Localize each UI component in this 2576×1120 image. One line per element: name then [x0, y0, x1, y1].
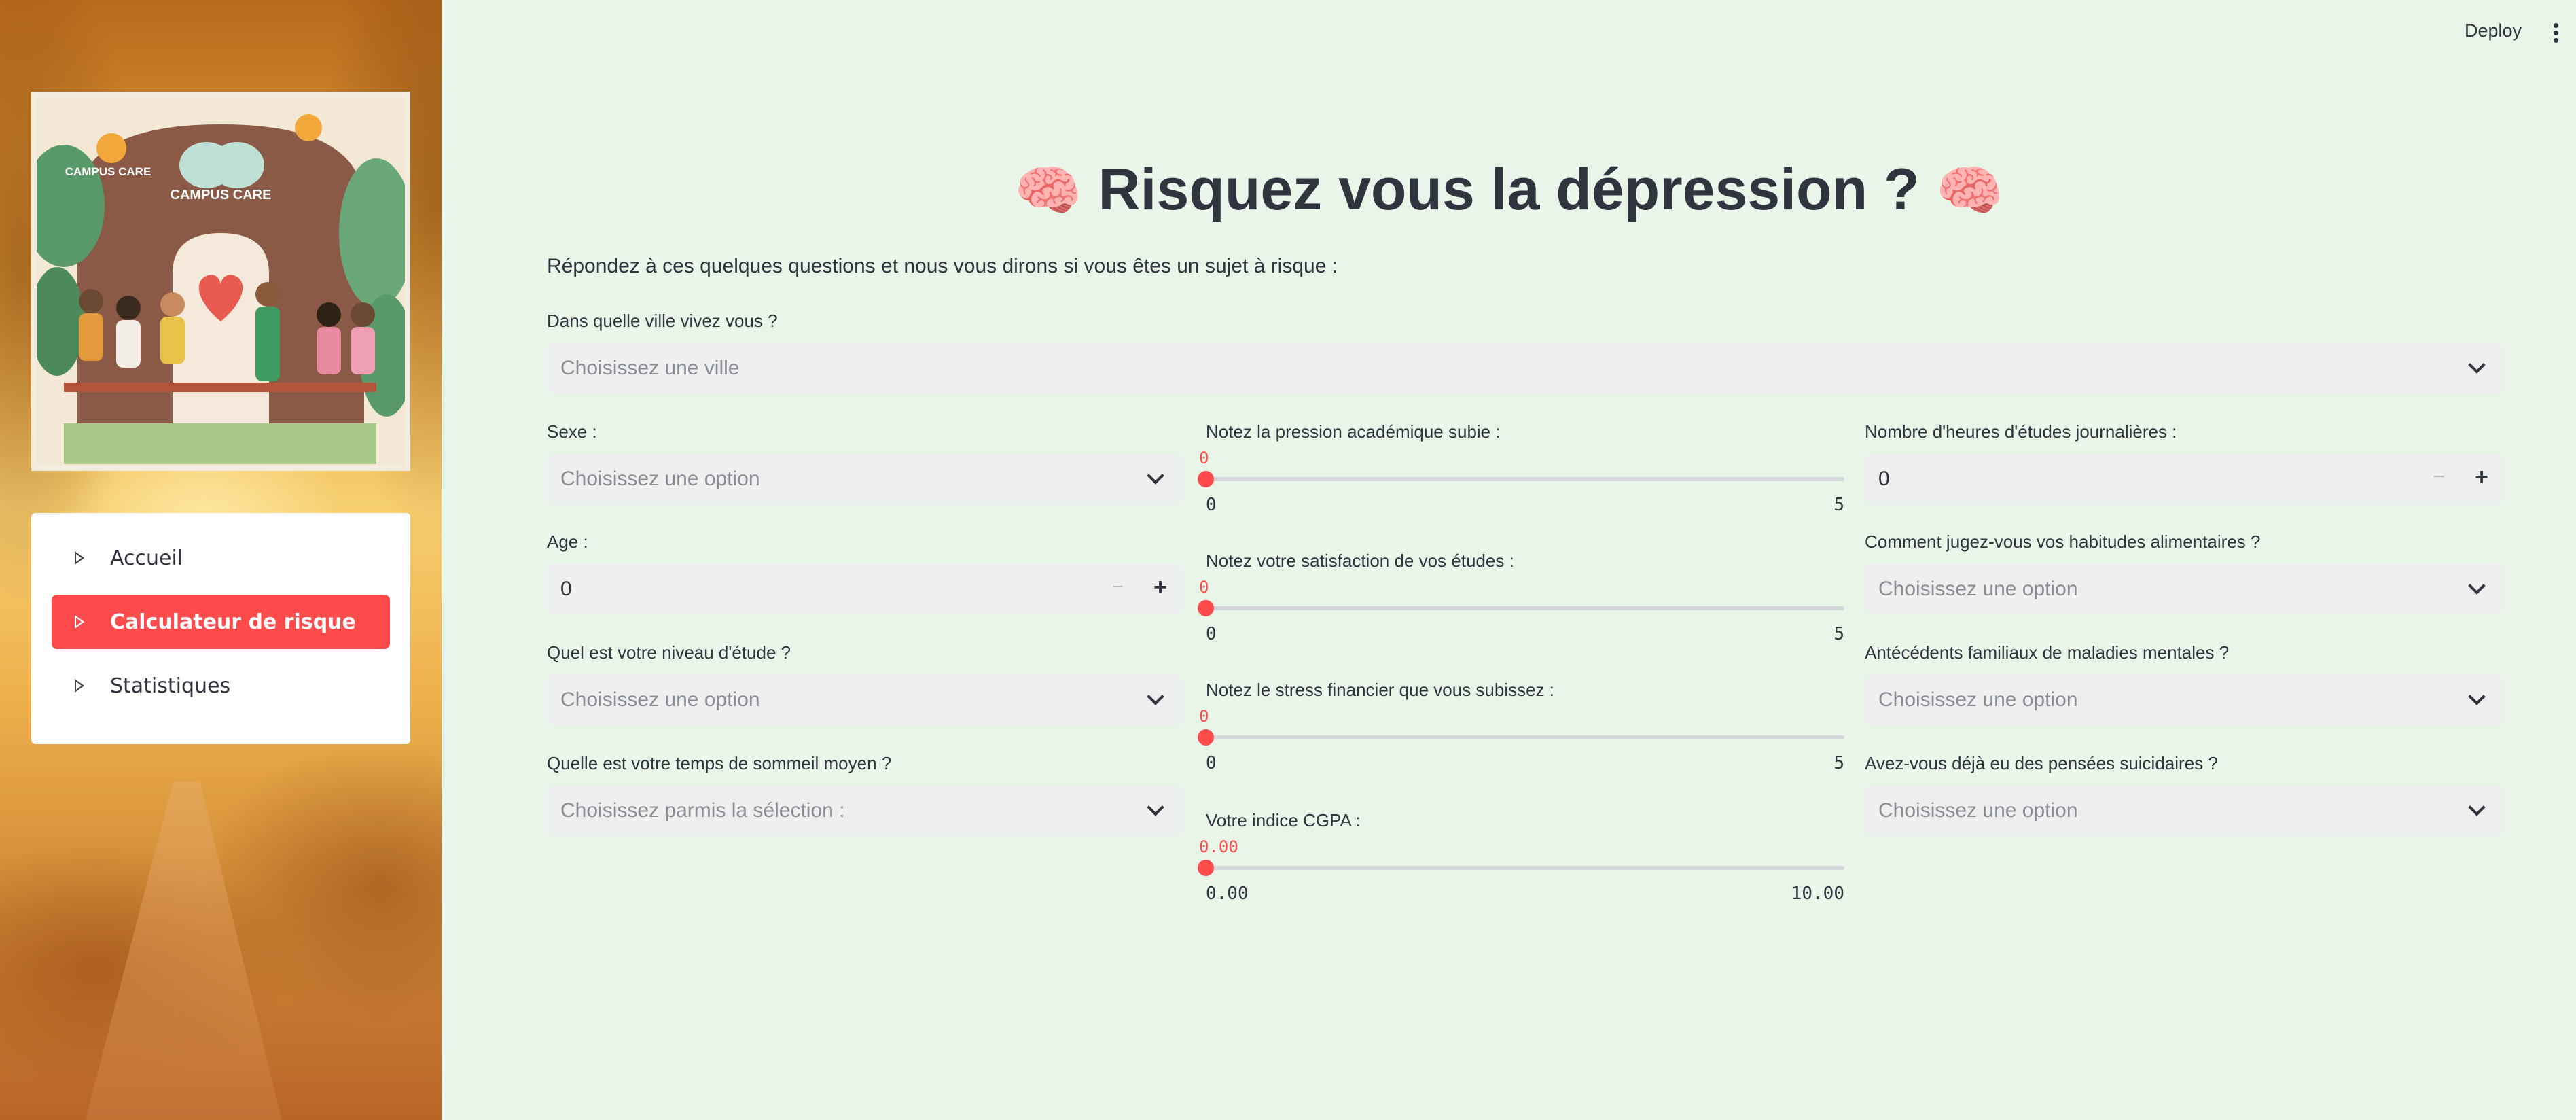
ville-select[interactable]: Choisissez une ville: [547, 343, 2503, 394]
slider-value: 0: [1199, 707, 1209, 726]
suicide-label: Avez-vous déjà eu des pensées suicidaire…: [1865, 753, 2218, 773]
alimentation-select[interactable]: Choisissez une option: [1865, 563, 2503, 615]
niveau-select[interactable]: Choisissez une option: [547, 674, 1182, 726]
ville-label: Dans quelle ville vivez vous ?: [547, 311, 778, 331]
sidebar: CAMPUS CARE CAMPUS CARE Accueil Calculat…: [0, 0, 442, 1120]
slider-max: 5: [1833, 495, 1844, 515]
heures-value: 0: [1878, 468, 1890, 490]
nav-label: Accueil: [110, 546, 183, 570]
slider-thumb[interactable]: [1198, 600, 1214, 616]
alimentation-placeholder: Choisissez une option: [1878, 578, 2078, 600]
sidebar-background-path: [82, 782, 285, 1120]
slider-track[interactable]: [1206, 606, 1844, 610]
sommeil-label: Quelle est votre temps de sommeil moyen …: [547, 753, 892, 773]
heures-label: Nombre d'heures d'études journalières :: [1865, 421, 2177, 442]
age-input[interactable]: 0 − +: [547, 563, 1182, 615]
suicide-placeholder: Choisissez une option: [1878, 799, 2078, 822]
chevron-down-icon: [1147, 688, 1164, 705]
brain-icon: 🧠: [1014, 160, 1082, 221]
slider-min: 0: [1206, 753, 1217, 773]
nav-label: Statistiques: [110, 673, 231, 698]
slider-min: 0: [1206, 495, 1217, 515]
play-triangle-icon: [75, 551, 84, 565]
antecedents-select[interactable]: Choisissez une option: [1865, 674, 2503, 726]
heures-decrement-button[interactable]: −: [2433, 466, 2445, 489]
slider-track[interactable]: [1206, 735, 1844, 739]
slider-thumb[interactable]: [1198, 860, 1214, 876]
slider-min: 0.00: [1206, 883, 1249, 904]
slider-max: 10.00: [1791, 883, 1844, 904]
play-triangle-icon: [75, 679, 84, 693]
sommeil-select[interactable]: Choisissez parmis la sélection :: [547, 785, 1182, 837]
alimentation-label: Comment jugez-vous vos habitudes aliment…: [1865, 531, 2261, 552]
play-triangle-icon: [75, 615, 84, 629]
pression-label: Notez la pression académique subie :: [1206, 421, 1501, 442]
sidebar-nav: Accueil Calculateur de risque Statistiqu…: [31, 513, 410, 744]
slider-value: 0.00: [1199, 837, 1238, 856]
kebab-menu-icon[interactable]: [2552, 23, 2559, 43]
niveau-placeholder: Choisissez une option: [560, 688, 760, 711]
antecedents-label: Antécédents familiaux de maladies mental…: [1865, 642, 2230, 663]
slider-value: 0: [1199, 578, 1209, 597]
nav-item-calculateur[interactable]: Calculateur de risque: [52, 595, 390, 649]
suicide-select[interactable]: Choisissez une option: [1865, 785, 2503, 837]
chevron-down-icon: [2468, 356, 2486, 374]
stress-slider[interactable]: 0 0 5: [1198, 707, 1844, 773]
slider-max: 5: [1833, 624, 1844, 644]
deploy-button[interactable]: Deploy: [2465, 20, 2522, 41]
satisfaction-label: Notez votre satisfaction de vos études :: [1206, 550, 1514, 571]
slider-thumb[interactable]: [1198, 729, 1214, 746]
slider-thumb[interactable]: [1198, 471, 1214, 487]
age-decrement-button[interactable]: −: [1111, 576, 1124, 599]
campus-care-logo: CAMPUS CARE CAMPUS CARE: [31, 92, 410, 471]
antecedents-placeholder: Choisissez une option: [1878, 688, 2078, 711]
sommeil-placeholder: Choisissez parmis la sélection :: [560, 799, 845, 822]
heures-input[interactable]: 0 − +: [1865, 453, 2503, 505]
campus-care-illustration: CAMPUS CARE CAMPUS CARE: [37, 97, 405, 466]
page-title-text: Risquez vous la dépression ?: [1098, 157, 1920, 222]
logo-text-small: CAMPUS CARE: [65, 165, 151, 178]
chevron-down-icon: [2468, 799, 2486, 816]
nav-label: Calculateur de risque: [110, 610, 356, 634]
niveau-label: Quel est votre niveau d'étude ?: [547, 642, 791, 663]
slider-value: 0: [1199, 449, 1209, 468]
slider-min: 0: [1206, 624, 1217, 644]
satisfaction-slider[interactable]: 0 0 5: [1198, 578, 1844, 644]
stress-label: Notez le stress financier que vous subis…: [1206, 680, 1555, 700]
sexe-select[interactable]: Choisissez une option: [547, 453, 1182, 505]
heures-increment-button[interactable]: +: [2475, 464, 2488, 491]
sexe-placeholder: Choisissez une option: [560, 468, 760, 490]
chevron-down-icon: [1147, 467, 1164, 485]
intro-text: Répondez à ces quelques questions et nou…: [547, 255, 1338, 277]
cgpa-slider[interactable]: 0.00 0.00 10.00: [1198, 837, 1844, 904]
age-value: 0: [560, 578, 572, 600]
age-increment-button[interactable]: +: [1153, 574, 1167, 601]
sexe-label: Sexe :: [547, 421, 597, 442]
slider-track[interactable]: [1206, 477, 1844, 481]
logo-text-main: CAMPUS CARE: [171, 188, 272, 203]
ville-placeholder: Choisissez une ville: [560, 357, 740, 379]
brain-icon: 🧠: [1935, 160, 2004, 221]
age-label: Age :: [547, 531, 588, 552]
cgpa-label: Votre indice CGPA :: [1206, 810, 1361, 830]
slider-max: 5: [1833, 753, 1844, 773]
pression-slider[interactable]: 0 0 5: [1198, 449, 1844, 515]
nav-item-statistiques[interactable]: Statistiques: [52, 659, 390, 713]
slider-track[interactable]: [1206, 866, 1844, 870]
page-title: 🧠 Risquez vous la dépression ? 🧠: [442, 156, 2576, 224]
chevron-down-icon: [2468, 577, 2486, 595]
chevron-down-icon: [1147, 799, 1164, 816]
chevron-down-icon: [2468, 688, 2486, 705]
nav-item-accueil[interactable]: Accueil: [52, 531, 390, 585]
